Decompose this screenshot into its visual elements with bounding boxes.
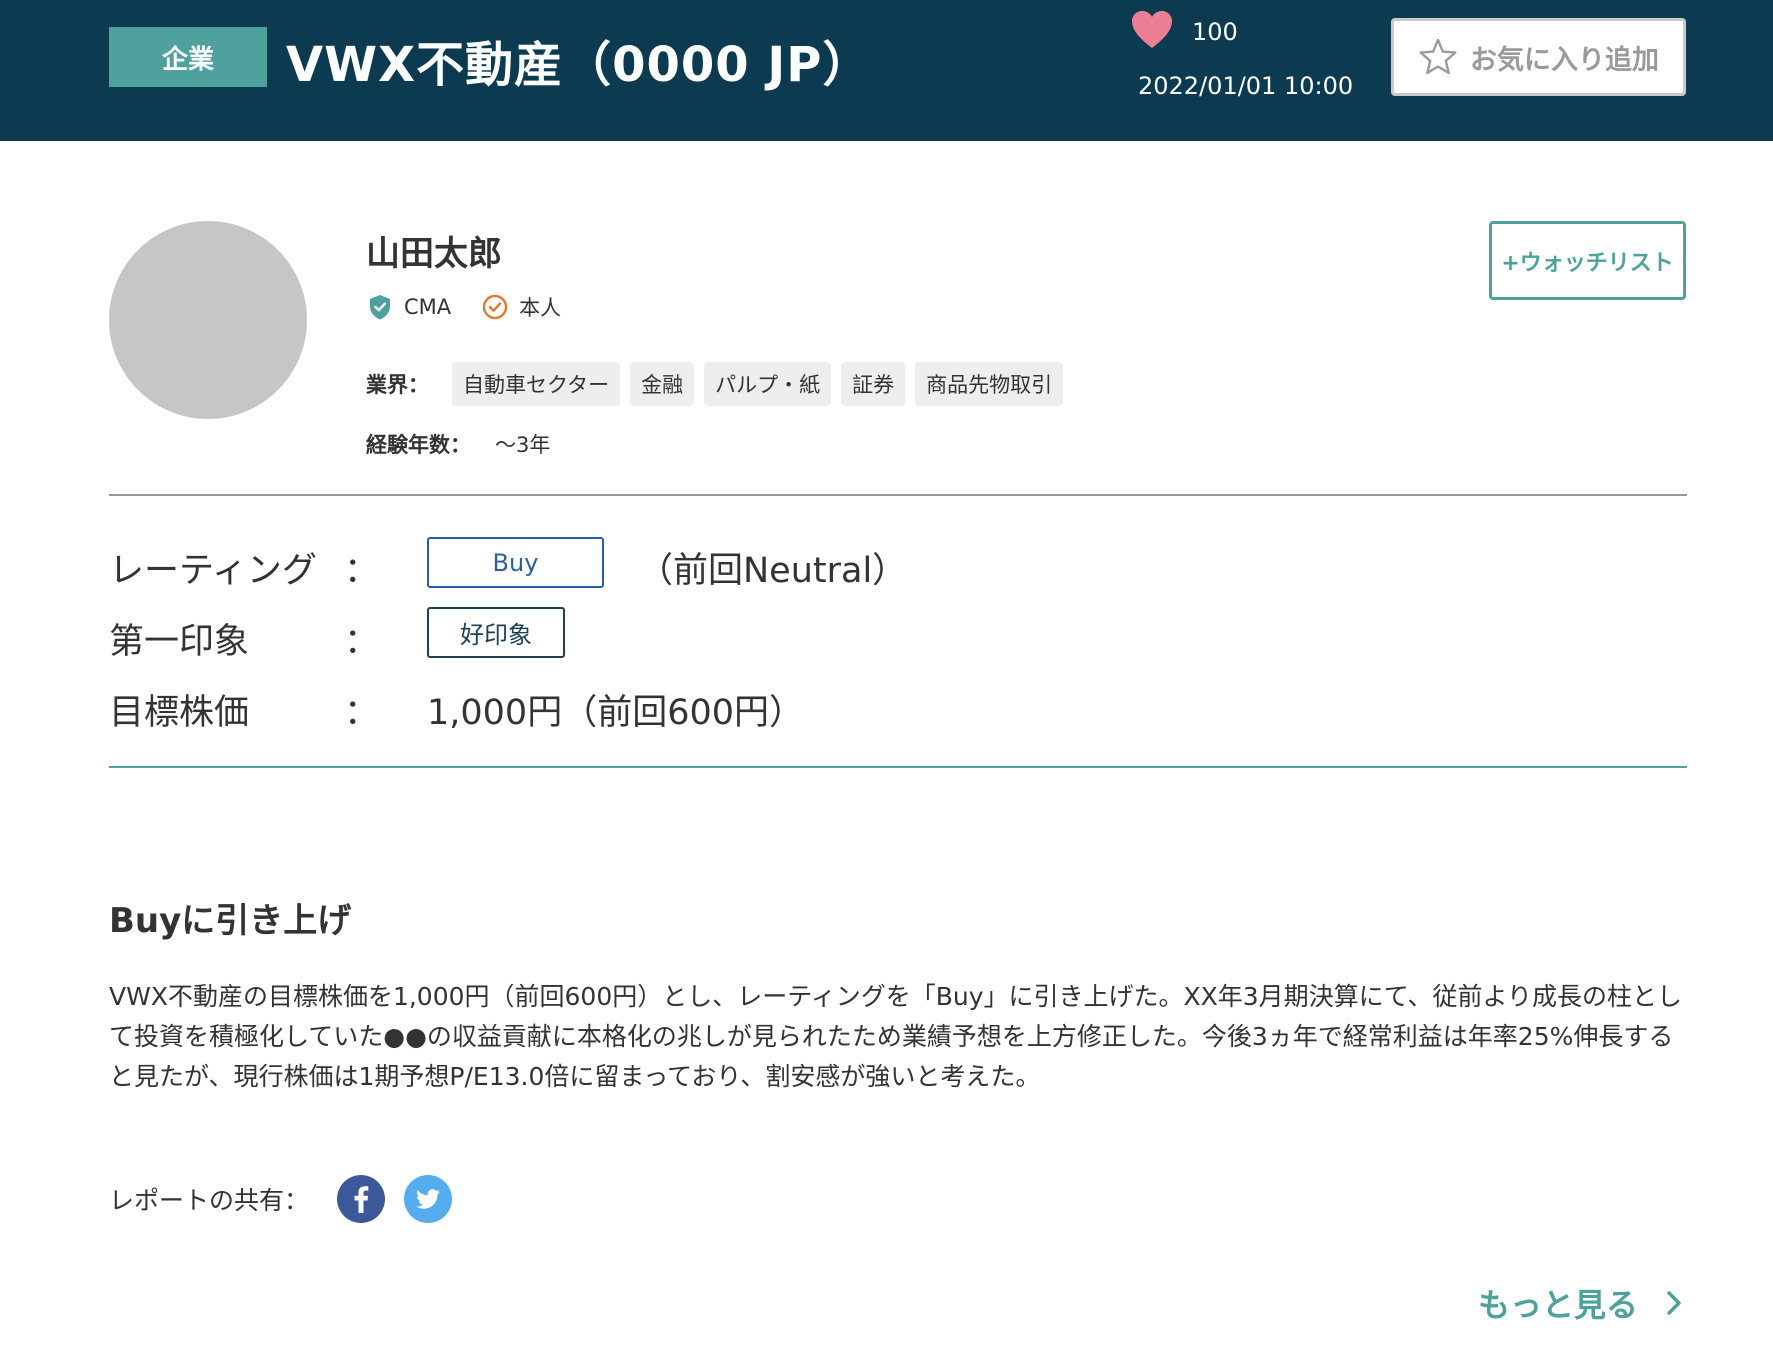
rating-badge: Buy bbox=[427, 537, 604, 588]
category-badge: 企業 bbox=[109, 27, 267, 87]
industry-row: 業界： 自動車セクター 金融 パルプ・紙 証券 商品先物取引 bbox=[366, 362, 1073, 406]
check-circle-icon bbox=[482, 294, 508, 320]
share-row: レポートの共有： bbox=[109, 1175, 471, 1223]
star-outline-icon bbox=[1419, 38, 1457, 75]
see-more-link[interactable]: もっと見る bbox=[1478, 1280, 1684, 1326]
impression-colon: ： bbox=[344, 622, 380, 662]
twitter-icon[interactable] bbox=[404, 1175, 453, 1223]
industry-tag: 商品先物取引 bbox=[915, 362, 1064, 406]
target-price-label: 目標株価 bbox=[109, 693, 250, 733]
chevron-right-icon bbox=[1667, 1291, 1681, 1315]
rating-label: レーティング bbox=[109, 551, 317, 591]
credential-row: CMA 本人 bbox=[366, 292, 591, 322]
see-more-label: もっと見る bbox=[1478, 1286, 1639, 1324]
experience-label: 経験年数： bbox=[366, 433, 471, 457]
avatar bbox=[109, 221, 307, 419]
industry-tag: 自動車セクター bbox=[452, 362, 621, 406]
report-body: VWX不動産の目標株価を1,000円（前回600円）とし、レーティングを「Buy… bbox=[109, 982, 1682, 1091]
header-bar: 企業 VWX不動産（0000 JP） 100 2022/01/01 10:00 … bbox=[0, 0, 1773, 141]
verified-label: 本人 bbox=[519, 296, 562, 320]
share-label: レポートの共有： bbox=[109, 1186, 310, 1215]
report-heading: Buyに引き上げ bbox=[109, 901, 352, 941]
industry-tag: 金融 bbox=[630, 362, 695, 406]
divider bbox=[109, 494, 1687, 496]
experience-row: 経験年数： 〜3年 bbox=[366, 429, 550, 459]
add-favorite-label: お気に入り追加 bbox=[1470, 44, 1659, 76]
impression-label: 第一印象 bbox=[109, 622, 250, 662]
facebook-icon[interactable] bbox=[337, 1175, 386, 1223]
divider bbox=[109, 766, 1687, 768]
heart-icon[interactable] bbox=[1131, 10, 1173, 50]
industry-label: 業界： bbox=[366, 373, 429, 397]
published-date: 2022/01/01 10:00 bbox=[1138, 72, 1354, 100]
target-price-colon: ： bbox=[344, 693, 380, 733]
impression-badge: 好印象 bbox=[427, 607, 565, 658]
target-price-value: 1,000円（前回600円） bbox=[427, 693, 805, 733]
add-favorite-button[interactable]: お気に入り追加 bbox=[1391, 18, 1686, 96]
page-title: VWX不動産（0000 JP） bbox=[286, 37, 872, 93]
shield-check-icon bbox=[370, 295, 390, 320]
experience-value: 〜3年 bbox=[495, 433, 551, 457]
industry-tag: パルプ・紙 bbox=[704, 362, 832, 406]
rating-previous: （前回Neutral） bbox=[638, 551, 908, 591]
like-count: 100 bbox=[1192, 18, 1238, 46]
rating-colon: ： bbox=[344, 551, 380, 591]
analyst-name: 山田太郎 bbox=[366, 234, 502, 274]
industry-tag: 証券 bbox=[841, 362, 906, 406]
cert-label: CMA bbox=[404, 295, 452, 319]
add-watchlist-button[interactable]: +ウォッチリスト bbox=[1489, 221, 1686, 300]
